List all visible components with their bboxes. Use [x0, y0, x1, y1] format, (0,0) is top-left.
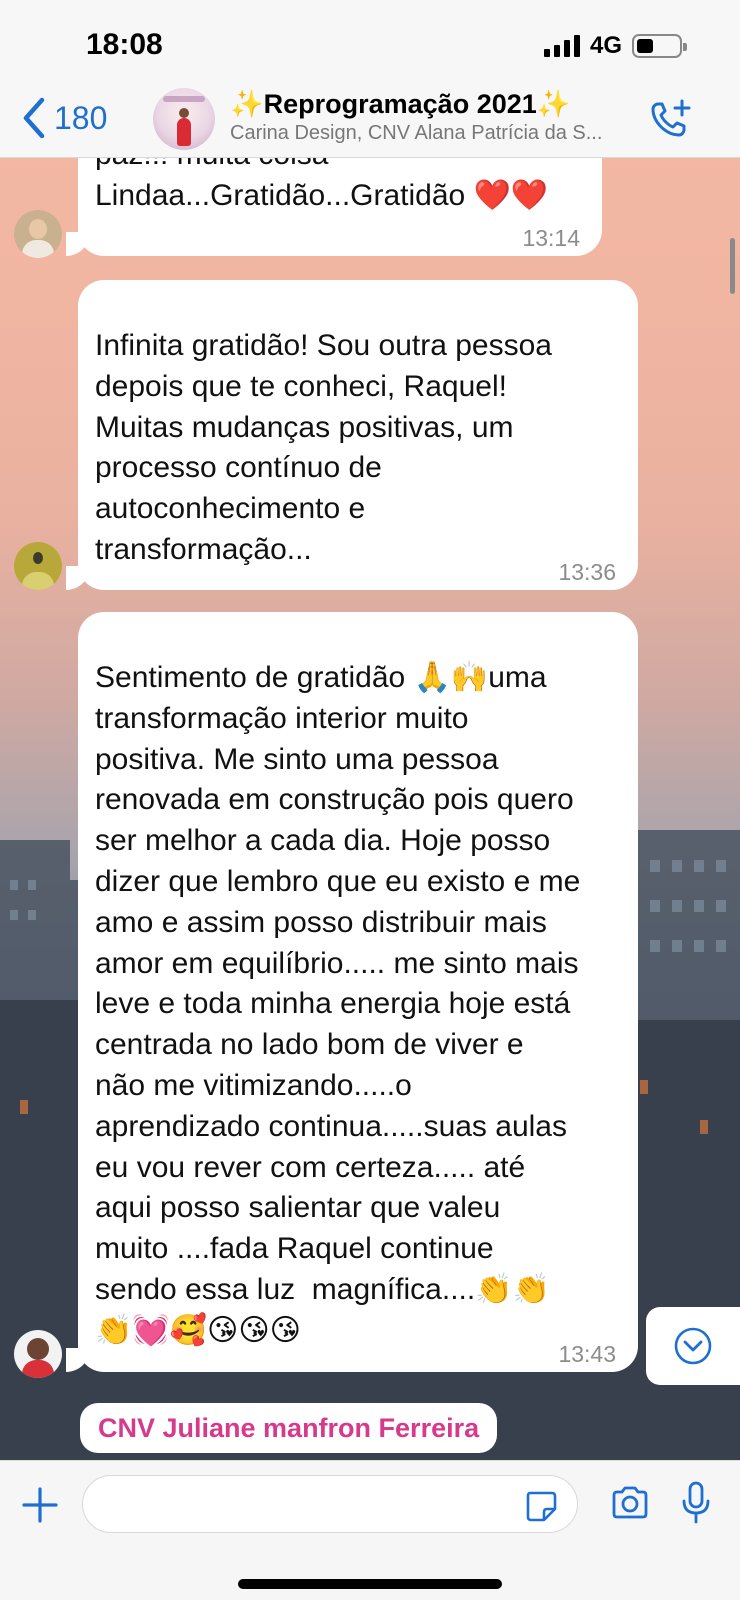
- chevron-down-circle-icon: [674, 1327, 712, 1365]
- message-time: 13:14: [522, 225, 580, 251]
- message-input[interactable]: [82, 1475, 578, 1533]
- microphone-button[interactable]: [681, 1481, 711, 1530]
- network-type: 4G: [589, 32, 622, 59]
- status-time: 18:08: [86, 28, 163, 61]
- sticker-icon: [526, 1491, 557, 1522]
- microphone-icon: [682, 1481, 710, 1524]
- battery-icon: [632, 34, 687, 58]
- message-text: Sentimento de gratidão 🙏🙌uma transformaç…: [95, 661, 581, 1347]
- phone-add-icon: [651, 99, 691, 137]
- sticker-button[interactable]: [524, 1489, 558, 1528]
- plus-icon: [22, 1487, 58, 1523]
- sender-avatar[interactable]: [14, 1330, 62, 1378]
- camera-icon: [612, 1486, 648, 1519]
- message-time: 13:43: [558, 1341, 616, 1367]
- next-sender-name: CNV Juliane manfron Ferreira: [80, 1403, 498, 1453]
- scroll-indicator[interactable]: [730, 238, 735, 294]
- signal-icon: [543, 35, 580, 57]
- group-members[interactable]: Carina Design, CNV Alana Patrícia da S..…: [230, 122, 630, 145]
- message-input-bar: [0, 1460, 740, 1600]
- camera-button[interactable]: [610, 1485, 650, 1526]
- message-bubble[interactable]: Sentimento de gratidão 🙏🙌uma transformaç…: [78, 612, 638, 1372]
- unread-count: 180: [54, 99, 108, 136]
- call-button[interactable]: [648, 98, 692, 147]
- message-time: 13:36: [558, 559, 616, 585]
- attach-button[interactable]: [20, 1485, 60, 1530]
- scroll-down-button[interactable]: [646, 1307, 740, 1385]
- status-bar: 18:08 4G: [0, 0, 740, 86]
- group-name[interactable]: ✨Reprogramação 2021✨: [230, 88, 620, 120]
- home-indicator: [238, 1579, 502, 1589]
- sender-avatar[interactable]: [14, 542, 62, 590]
- status-indicators: 4G: [543, 32, 687, 60]
- group-avatar[interactable]: [153, 88, 215, 150]
- message-bubble[interactable]: Infinita gratidão! Sou outra pessoa depo…: [78, 280, 638, 590]
- sender-avatar[interactable]: [14, 210, 62, 258]
- back-button[interactable]: 180: [20, 96, 107, 140]
- chat-header: 180 ✨Reprogramação 2021✨ Carina Design, …: [0, 86, 740, 158]
- message-text: Infinita gratidão! Sou outra pessoa depo…: [95, 329, 552, 566]
- chevron-left-icon: [23, 97, 45, 139]
